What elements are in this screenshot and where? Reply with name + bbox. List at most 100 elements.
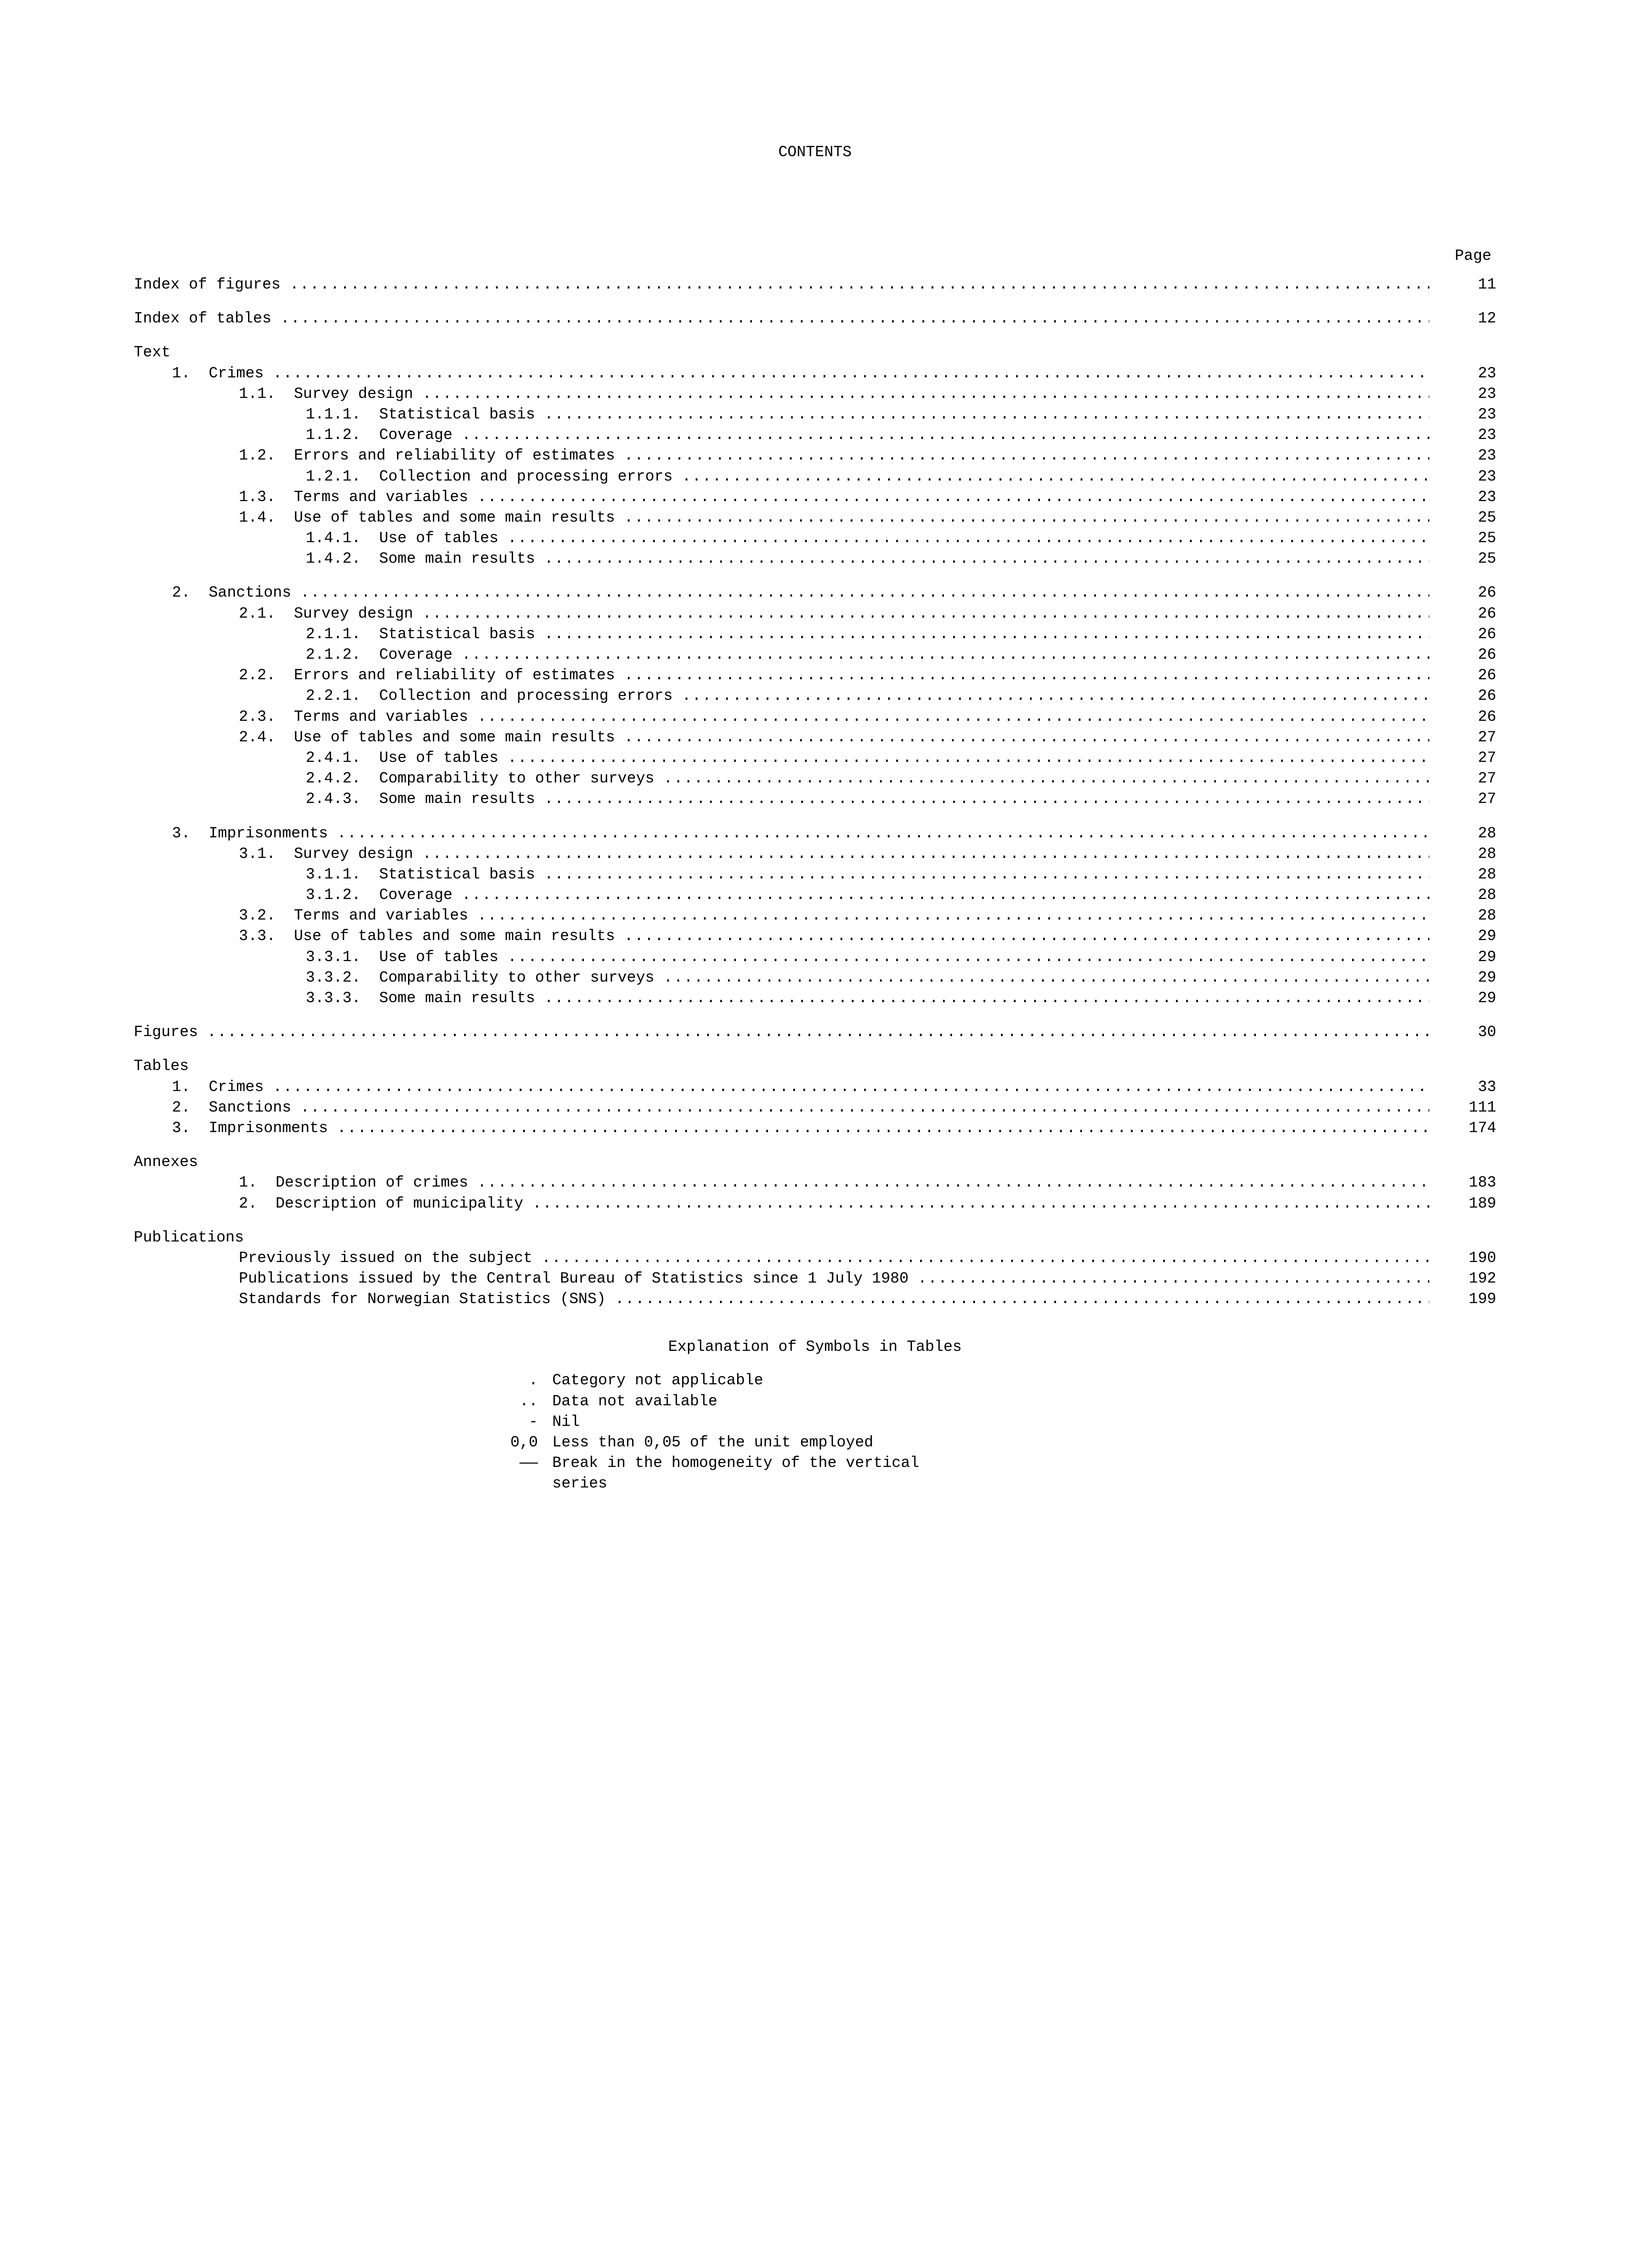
toc-entry: 2.3. Terms and variables 26 [134,706,1496,727]
spacer [134,569,1496,582]
toc-label: 1. Crimes [134,363,273,384]
symbol-text: Break in the homogeneity of the vertical… [552,1453,1149,1494]
symbol-row: -Nil [134,1412,1496,1432]
toc-entry: 2.1.2. Coverage 26 [134,644,1496,665]
section-heading: Publications [134,1227,1496,1248]
toc-label: 2.4.3. Some main results [134,789,544,809]
leader-dots [533,1193,1430,1214]
leader-dots [918,1268,1429,1289]
symbol-mark: - [481,1412,552,1432]
toc-page: 30 [1429,1022,1496,1042]
toc-entry: 2.4.2. Comparability to other surveys 27 [134,768,1496,789]
leader-dots [461,425,1429,445]
toc-label: 1.4. Use of tables and some main results [134,507,624,528]
symbol-row: ..Data not available [134,1391,1496,1412]
toc-page: 26 [1429,603,1496,624]
toc-label: Figures [134,1022,207,1042]
toc-page: 23 [1429,466,1496,487]
leader-dots [664,768,1429,789]
toc-entry: Publications issued by the Central Burea… [134,1268,1496,1289]
toc-label: 2.2. Errors and reliability of estimates [134,665,624,685]
toc-label: 1.4.1. Use of tables [134,528,507,548]
leader-dots [477,706,1429,727]
symbol-text: Data not available [552,1391,1149,1412]
toc-entry: Figures 30 [134,1022,1496,1042]
toc-page: 27 [1429,727,1496,748]
symbols-title: Explanation of Symbols in Tables [134,1338,1496,1356]
toc-label: 2.4. Use of tables and some main results [134,727,624,748]
leader-dots [664,967,1429,988]
toc-label: Standards for Norwegian Statistics (SNS) [134,1289,615,1309]
toc-page: 23 [1429,425,1496,445]
leader-dots [290,274,1429,295]
toc-page: 23 [1429,404,1496,425]
toc-page: 26 [1429,582,1496,603]
toc-label: 1.1.1. Statistical basis [134,404,544,425]
toc-label: 2.1.1. Statistical basis [134,624,544,644]
leader-dots [624,727,1429,748]
toc-label: 2.2.1. Collection and processing errors [134,685,682,706]
toc-label: 1.4.2. Some main results [134,548,544,569]
toc-label: 1.2.1. Collection and processing errors [134,466,682,487]
leader-dots [300,1097,1429,1118]
toc-label: 3.3.1. Use of tables [134,947,507,967]
section-heading: Annexes [134,1152,1496,1172]
leader-dots [300,582,1429,603]
toc-entry: 1.4.1. Use of tables 25 [134,528,1496,548]
toc-label: 2. Sanctions [134,1097,300,1118]
leader-dots [544,548,1429,569]
toc-page: 26 [1429,624,1496,644]
leader-dots [337,1118,1429,1138]
section-heading: Tables [134,1056,1496,1076]
toc-entry: 1.4. Use of tables and some main results… [134,507,1496,528]
leader-dots [624,926,1429,946]
toc-entry: Index of tables 12 [134,308,1496,329]
leader-dots [207,1022,1429,1042]
toc-label: 2.4.2. Comparability to other surveys [134,768,664,789]
toc-label: 3. Imprisonments [134,1118,337,1138]
toc-page: 28 [1429,864,1496,885]
toc-entry: 3.3.2. Comparability to other surveys 29 [134,967,1496,988]
leader-dots [461,644,1429,665]
toc-label: 3.1.1. Statistical basis [134,864,544,885]
leader-dots [544,624,1429,644]
spacer [134,810,1496,823]
toc-entry: 1. Crimes 23 [134,363,1496,384]
toc-page: 23 [1429,487,1496,507]
leader-dots [615,1289,1429,1309]
toc-page: 29 [1429,967,1496,988]
toc-page: 23 [1429,445,1496,466]
toc-label: 2.1. Survey design [134,603,422,624]
leader-dots [542,1248,1429,1268]
toc-page: 28 [1429,885,1496,905]
toc-label: 3.1.2. Coverage [134,885,461,905]
toc-label: 3.3.2. Comparability to other surveys [134,967,664,988]
toc-page: 26 [1429,685,1496,706]
symbol-text: Nil [552,1412,1149,1432]
toc-page: 26 [1429,665,1496,685]
symbol-mark: 0,0 [481,1432,552,1453]
toc-entry: 1.1.2. Coverage 23 [134,425,1496,445]
spacer [134,1042,1496,1056]
leader-dots [507,748,1429,768]
toc-entry: 2.4.1. Use of tables 27 [134,748,1496,768]
spacer [134,1214,1496,1227]
toc-entry: Index of figures 11 [134,274,1496,295]
toc-page: 26 [1429,706,1496,727]
symbol-text: Category not applicable [552,1370,1149,1391]
toc-entry: 1.4.2. Some main results 25 [134,548,1496,569]
toc-entry: 3.1. Survey design 28 [134,844,1496,864]
toc-page: 183 [1429,1172,1496,1193]
leader-dots [544,789,1429,809]
leader-dots [507,528,1429,548]
toc-entry: 1. Description of crimes 183 [134,1172,1496,1193]
toc-entry: 2.4. Use of tables and some main results… [134,727,1496,748]
toc-entry: 3. Imprisonments 174 [134,1118,1496,1138]
leader-dots [544,988,1429,1008]
leader-dots [273,363,1429,384]
toc-entry: 2.2. Errors and reliability of estimates… [134,665,1496,685]
toc-page: 23 [1429,384,1496,404]
toc-label: 2.4.1. Use of tables [134,748,507,768]
leader-dots [422,844,1429,864]
toc-entry: 2. Description of municipality 189 [134,1193,1496,1214]
